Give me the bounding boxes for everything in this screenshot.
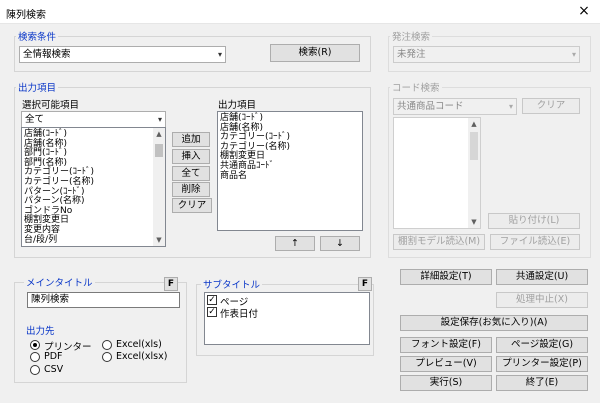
close-icon[interactable]: × [572, 2, 596, 22]
list-item[interactable]: 店舗(ｺｰﾄﾞ) [24, 129, 67, 139]
preview-button[interactable]: プレビュー(V) [400, 356, 492, 372]
output-dest-radio[interactable] [102, 340, 112, 350]
code-list-scrollbar[interactable]: ▲ ▼ [468, 118, 480, 228]
scroll-up-icon[interactable]: ▲ [468, 118, 480, 130]
scroll-down-icon[interactable]: ▼ [468, 216, 480, 228]
list-item[interactable]: 台/段/列 [24, 235, 57, 245]
selectable-items-label: 選択可能項目 [22, 100, 80, 111]
arrow-up-icon: ↑ [291, 238, 299, 249]
scroll-thumb[interactable] [155, 144, 163, 157]
code-list[interactable]: ▲ ▼ [393, 117, 481, 229]
chevron-down-icon: ▾ [508, 102, 513, 111]
code-type-value: 共通商品コード [397, 101, 464, 112]
order-search-value: 未発注 [397, 49, 426, 60]
output-dest-radio[interactable] [102, 352, 112, 362]
list-item[interactable]: 店舗(ｺｰﾄﾞ) [220, 113, 263, 123]
list-item[interactable]: カテゴリー(ｺｰﾄﾞ) [220, 132, 290, 142]
window-title: 陳列検索 [6, 10, 46, 21]
sub-title-legend: サブタイトル [201, 277, 263, 291]
shelf-model-load-button[interactable]: 棚割モデル読込(M) [393, 234, 485, 250]
order-search-legend: 発注検索 [390, 29, 433, 43]
printer-settings-button[interactable]: プリンター設定(P) [496, 356, 588, 372]
main-title-font-button[interactable]: F [164, 277, 178, 291]
search-type-combo[interactable]: 全情報検索 ▾ [19, 46, 226, 63]
output-dest-radio[interactable] [30, 365, 40, 375]
file-load-button[interactable]: ファイル読込(E) [490, 234, 580, 250]
code-search-legend: コード検索 [390, 80, 442, 94]
list-item[interactable]: カテゴリー(ｺｰﾄﾞ) [24, 167, 94, 177]
font-settings-button[interactable]: フォント設定(F) [400, 337, 492, 353]
output-dest-radio[interactable] [30, 352, 40, 362]
search-button[interactable]: 検索(R) [270, 44, 360, 62]
delete-button[interactable]: 削除 [172, 182, 210, 197]
insert-button[interactable]: 挿入 [172, 149, 210, 164]
scroll-down-icon[interactable]: ▼ [153, 234, 165, 246]
list-item[interactable]: 棚割変更日 [220, 151, 265, 161]
selectable-items-list[interactable]: ▲ ▼ 店舗(ｺｰﾄﾞ) 店舗(名称) 部門(ｺｰﾄﾞ) 部門(名称) カテゴリー(ｺｰ… [21, 127, 166, 247]
scroll-thumb[interactable] [470, 132, 478, 160]
sub-title-checklist[interactable]: ✓ ページ ✓ 作表日付 [204, 292, 370, 345]
chevron-down-icon: ▾ [571, 50, 576, 59]
output-dest-label: PDF [44, 351, 63, 362]
list-item[interactable]: パターン(名称) [24, 196, 85, 206]
list-item[interactable]: 商品名 [220, 171, 247, 181]
search-type-value: 全情報検索 [23, 49, 71, 60]
execute-button[interactable]: 実行(S) [400, 375, 492, 391]
output-dest-label: Excel(xlsx) [116, 351, 168, 362]
page-checkbox[interactable]: ✓ [207, 295, 217, 305]
item-filter-combo[interactable]: 全て ▾ [21, 111, 166, 128]
output-items-legend: 出力項目 [16, 80, 59, 94]
code-type-combo[interactable]: 共通商品コード ▾ [393, 98, 517, 115]
cancel-process-button[interactable]: 処理中止(X) [496, 292, 588, 308]
save-settings-button[interactable]: 設定保存(お気に入り)(A) [400, 315, 588, 331]
clear-button[interactable]: クリア [172, 198, 212, 213]
list-item[interactable]: 共通商品ｺｰﾄﾞ [220, 161, 274, 171]
selectable-list-scrollbar[interactable]: ▲ ▼ [153, 128, 165, 246]
paste-button[interactable]: 貼り付け(L) [488, 213, 580, 229]
main-title-input[interactable]: 陳列検索 [27, 292, 180, 308]
list-item[interactable]: 棚割変更日 [24, 215, 69, 225]
all-button[interactable]: 全て [172, 166, 210, 181]
chevron-down-icon: ▾ [157, 115, 162, 124]
detail-settings-button[interactable]: 詳細設定(T) [400, 269, 492, 285]
date-checkbox-label: 作表日付 [220, 309, 259, 320]
code-clear-button[interactable]: クリア [522, 98, 580, 114]
output-dest-label: CSV [44, 364, 64, 375]
output-dest-radio[interactable] [30, 340, 40, 350]
list-item[interactable]: カテゴリー(名称) [24, 177, 94, 187]
item-filter-value: 全て [25, 114, 45, 125]
add-button[interactable]: 追加 [172, 132, 210, 147]
chevron-down-icon: ▾ [217, 50, 222, 59]
sub-title-font-button[interactable]: F [358, 277, 372, 291]
list-item[interactable]: 部門(ｺｰﾄﾞ) [24, 148, 67, 158]
page-settings-button[interactable]: ページ設定(G) [496, 337, 588, 353]
search-condition-legend: 検索条件 [16, 29, 59, 43]
main-title-legend: メインタイトル [24, 275, 95, 289]
output-items-list-label: 出力項目 [218, 100, 257, 111]
title-bar: 陳列検索 × [0, 0, 600, 24]
arrow-down-icon: ↓ [336, 238, 344, 249]
list-item[interactable]: 変更内容 [24, 225, 60, 235]
move-up-button[interactable]: ↑ [275, 236, 315, 251]
output-dest-legend: 出力先 [24, 323, 57, 337]
date-checkbox[interactable]: ✓ [207, 307, 217, 317]
exit-button[interactable]: 終了(E) [496, 375, 588, 391]
move-down-button[interactable]: ↓ [320, 236, 360, 251]
output-dest-label: Excel(xls) [116, 339, 162, 350]
order-search-combo[interactable]: 未発注 ▾ [393, 46, 580, 63]
output-items-list[interactable]: 店舗(ｺｰﾄﾞ) 店舗(名称) カテゴリー(ｺｰﾄﾞ) カテゴリー(名称) 棚割変更日共… [217, 111, 363, 231]
common-settings-button[interactable]: 共通設定(U) [496, 269, 588, 285]
scroll-up-icon[interactable]: ▲ [153, 128, 165, 140]
